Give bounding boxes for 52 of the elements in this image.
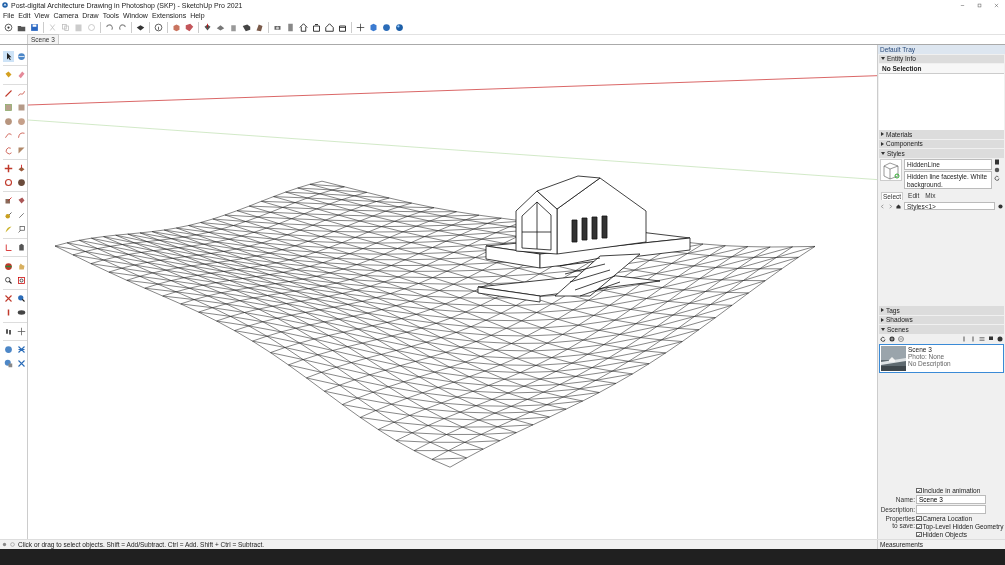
circle-icon[interactable] [4, 117, 13, 127]
tape-measure-icon[interactable] [4, 210, 13, 220]
redo-icon[interactable] [118, 22, 127, 32]
box-icon[interactable] [185, 22, 194, 32]
follow-me-icon[interactable] [17, 178, 26, 188]
pencil-icon[interactable] [4, 88, 13, 98]
checkbox[interactable] [916, 487, 922, 494]
axes-icon[interactable] [4, 243, 13, 253]
close-icon[interactable] [993, 2, 999, 8]
section-fill-icon[interactable] [17, 359, 26, 369]
home-icon[interactable] [896, 203, 901, 209]
text-label-icon[interactable] [17, 224, 26, 234]
push-pull-icon[interactable] [17, 163, 26, 173]
maximize-icon[interactable] [976, 2, 982, 8]
zoom-window-icon[interactable] [17, 275, 26, 285]
orbit-icon[interactable] [4, 261, 13, 271]
move-icon[interactable] [4, 163, 13, 173]
add-icon[interactable] [889, 336, 895, 342]
style-thumbnail-drawing [881, 160, 901, 180]
checkbox[interactable] [916, 515, 922, 522]
new-file-icon[interactable] [4, 22, 13, 32]
model-info-icon[interactable] [154, 22, 163, 32]
scale-icon[interactable] [4, 196, 13, 206]
refresh-icon[interactable] [880, 336, 886, 342]
home-view-icon[interactable] [299, 22, 308, 32]
undo-icon[interactable] [105, 22, 114, 32]
rectangle-icon[interactable] [4, 102, 13, 112]
sphere-icon[interactable] [382, 22, 391, 32]
text-field[interactable] [916, 505, 986, 514]
save-icon[interactable] [30, 22, 39, 32]
zoom-extents-icon[interactable] [4, 294, 13, 304]
offset-icon[interactable] [17, 196, 26, 206]
search-icon[interactable] [17, 294, 26, 304]
rotated-rectangle-icon[interactable] [17, 102, 26, 112]
checkbox[interactable] [916, 523, 922, 530]
view-options-icon[interactable] [979, 336, 985, 342]
app-logo-icon [2, 2, 8, 8]
move-arrows-icon[interactable] [356, 22, 365, 32]
eraser-icon[interactable] [17, 70, 26, 80]
pie-icon[interactable] [17, 145, 26, 155]
refresh-icon[interactable] [994, 175, 1000, 181]
rotate-icon[interactable] [4, 178, 13, 188]
checkbox[interactable] [916, 531, 922, 538]
front-view-icon[interactable] [312, 22, 321, 32]
zoom-icon[interactable] [4, 275, 13, 285]
section-plane-icon[interactable] [17, 326, 26, 336]
house-outline-icon[interactable] [325, 22, 334, 32]
sphere-icon[interactable] [395, 22, 404, 32]
section-fill-icon[interactable] [17, 345, 26, 355]
globe-icon[interactable] [17, 52, 26, 61]
select-arrow-icon[interactable] [4, 52, 13, 61]
side-view-icon[interactable] [338, 22, 347, 32]
